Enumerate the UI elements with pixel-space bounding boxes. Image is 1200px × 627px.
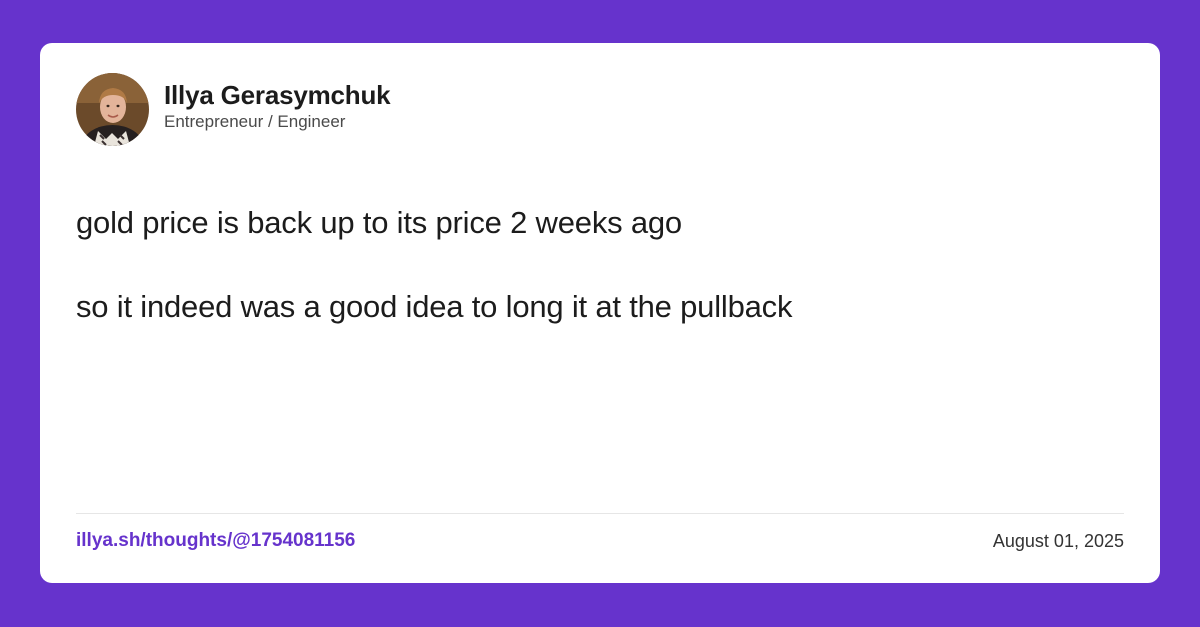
author-name: Illya Gerasymchuk	[164, 80, 391, 110]
post-card: Illya Gerasymchuk Entrepreneur / Enginee…	[40, 43, 1160, 583]
post-date: August 01, 2025	[992, 531, 1124, 551]
avatar-photo-icon	[76, 73, 149, 146]
post-line: so it indeed was a good idea to long it …	[76, 289, 793, 324]
author-avatar	[76, 73, 149, 146]
author-role: Entrepreneur / Engineer	[164, 112, 346, 131]
post-body: gold price is back up to its price 2 wee…	[76, 203, 1116, 327]
post-header: Illya Gerasymchuk Entrepreneur / Enginee…	[76, 73, 391, 146]
footer-divider	[76, 513, 1124, 514]
author-info: Illya Gerasymchuk Entrepreneur / Enginee…	[164, 80, 391, 133]
post-permalink[interactable]: illya.sh/thoughts/@1754081156	[76, 529, 355, 553]
post-line: gold price is back up to its price 2 wee…	[76, 205, 682, 240]
